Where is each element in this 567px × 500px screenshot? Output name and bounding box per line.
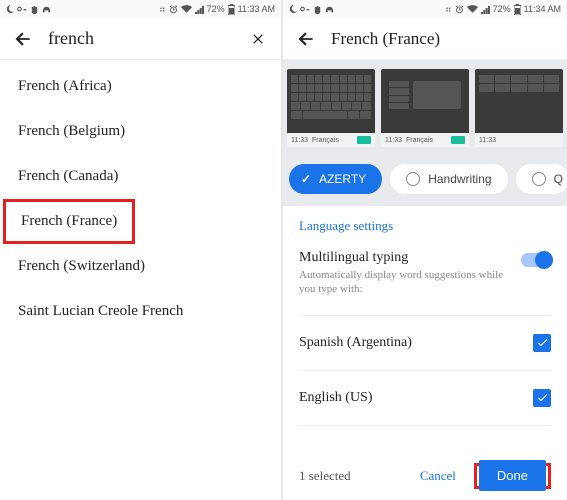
back-button[interactable] (12, 28, 34, 50)
list-item-highlighted[interactable]: French (France) (3, 199, 135, 244)
key-icon (17, 5, 27, 13)
divider (299, 370, 551, 371)
moon-icon (289, 5, 297, 13)
language-row[interactable]: Spanish (Argentina) (283, 320, 567, 366)
list-item[interactable]: French (Switzerland) (0, 244, 281, 289)
language-results-list: French (Africa) French (Belgium) French … (0, 60, 281, 338)
keyboard-caption: Français (406, 137, 447, 144)
check-icon (536, 391, 549, 404)
wifi-icon (467, 5, 478, 14)
keyboard-caption: Français (312, 137, 353, 144)
signal-icon (195, 5, 204, 14)
search-input[interactable]: french (48, 28, 233, 49)
checkbox[interactable] (533, 389, 551, 407)
highlight-box: Done (474, 463, 551, 489)
divider (299, 425, 551, 426)
page-header: French (France) (283, 18, 567, 60)
language-name: English (US) (299, 390, 373, 406)
layout-option-handwriting[interactable]: Handwriting (390, 164, 507, 194)
battery-percent: 72% (207, 4, 225, 14)
language-settings-section: Language settings Multilingual typing Au… (283, 206, 567, 311)
signal-icon (481, 5, 490, 14)
layout-option-other[interactable]: Q (516, 164, 567, 194)
check-icon: ✓ (301, 172, 311, 186)
wifi-icon (181, 5, 192, 14)
page-title: French (France) (331, 29, 440, 49)
layout-label: Handwriting (428, 172, 491, 186)
headphones-icon (42, 5, 51, 14)
alarm-icon (455, 5, 464, 14)
moon-icon (6, 5, 14, 13)
section-title: Language settings (299, 218, 551, 234)
selected-count: 1 selected (299, 468, 402, 484)
battery-icon (514, 4, 521, 15)
list-item[interactable]: French (Canada) (0, 154, 281, 199)
headphones-icon (325, 5, 334, 14)
layout-label: Q (554, 172, 563, 186)
keyboard-preview-other[interactable]: 11:33 (475, 69, 563, 147)
language-search-screen: ⠶ 72% 11:33 AM french French (Africa) Fr… (0, 0, 283, 500)
clear-search-button[interactable] (247, 28, 269, 50)
done-button[interactable]: Done (479, 460, 546, 491)
checkbox[interactable] (533, 334, 551, 352)
language-row[interactable]: English (US) (283, 375, 567, 421)
arrow-left-icon (296, 29, 316, 49)
layout-option-azerty[interactable]: ✓ AZERTY (289, 164, 382, 194)
notification-dots-icon: ⠶ (159, 4, 166, 15)
close-icon (250, 31, 266, 47)
toggle-switch[interactable] (521, 253, 551, 267)
hand-icon (30, 5, 39, 14)
radio-icon (406, 172, 420, 186)
arrow-left-icon (13, 29, 33, 49)
cancel-button[interactable]: Cancel (416, 460, 460, 492)
battery-percent: 72% (493, 4, 511, 14)
alarm-icon (169, 5, 178, 14)
keyboard-preview-azerty[interactable]: 11:33Français (287, 69, 375, 147)
list-item[interactable]: French (Africa) (0, 64, 281, 109)
setting-subtext: Automatically display word suggestions w… (299, 268, 511, 297)
hand-icon (313, 5, 322, 14)
layout-label: AZERTY (319, 172, 366, 186)
radio-icon (532, 172, 546, 186)
divider (299, 315, 551, 316)
keyboard-preview-row[interactable]: 11:33Français 11:33Français 11:33 (283, 60, 567, 156)
multilingual-typing-setting[interactable]: Multilingual typing Automatically displa… (299, 244, 551, 307)
clock-time: 11:33 AM (238, 4, 275, 14)
search-header: french (0, 18, 281, 60)
keyboard-preview-handwriting[interactable]: 11:33Français (381, 69, 469, 147)
layout-selector: ✓ AZERTY Handwriting Q (283, 156, 567, 206)
list-item[interactable]: Saint Lucian Creole French (0, 289, 281, 334)
battery-icon (228, 4, 235, 15)
language-settings-screen: ⠶ 72% 11:34 AM French (France) 11:33Fran… (283, 0, 567, 500)
clock-time: 11:34 AM (524, 4, 561, 14)
key-icon (300, 5, 310, 13)
check-icon (536, 336, 549, 349)
list-item[interactable]: French (Belgium) (0, 109, 281, 154)
language-name: Spanish (Argentina) (299, 335, 412, 351)
status-bar: ⠶ 72% 11:33 AM (0, 0, 281, 18)
footer-bar: 1 selected Cancel Done (283, 460, 567, 492)
notification-dots-icon: ⠶ (445, 4, 452, 15)
back-button[interactable] (295, 28, 317, 50)
status-bar: ⠶ 72% 11:34 AM (283, 0, 567, 18)
setting-label: Multilingual typing (299, 250, 511, 266)
